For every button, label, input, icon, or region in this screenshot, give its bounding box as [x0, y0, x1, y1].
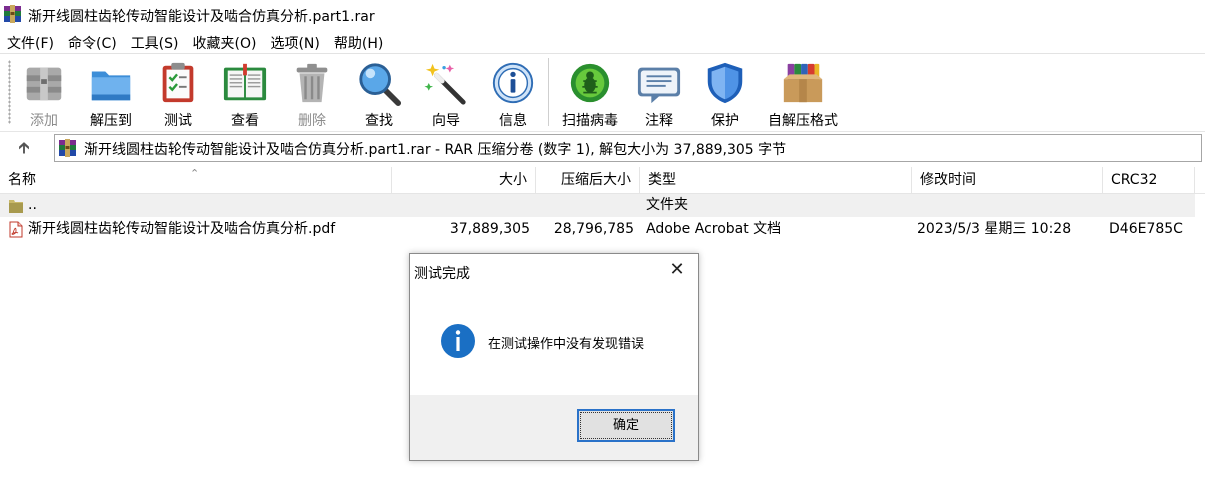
column-header-type[interactable]: 类型: [640, 167, 912, 194]
address-path: 渐开线圆柱齿轮传动智能设计及啮合仿真分析.part1.rar - RAR 压缩分…: [84, 142, 787, 158]
row-packed: 28,796,785: [553, 221, 634, 237]
close-icon[interactable]: ✕: [664, 259, 690, 281]
information-icon: [441, 324, 475, 358]
virus-scan-button[interactable]: 扫描病毒: [558, 56, 622, 130]
row-crc: D46E785C: [1109, 221, 1183, 237]
shield-icon: [707, 62, 743, 104]
comment-button[interactable]: 注释: [635, 56, 683, 130]
extract-label: 解压到: [90, 113, 132, 129]
row-name: ..: [28, 197, 37, 213]
address-row: 🡱 渐开线圆柱齿轮传动智能设计及啮合仿真分析.part1.rar - RAR 压…: [0, 131, 1205, 164]
row-type: Adobe Acrobat 文档: [646, 221, 782, 237]
virus-scan-icon: [570, 63, 610, 103]
table-row[interactable]: 渐开线圆柱齿轮传动智能设计及啮合仿真分析.pdf 37,889,305 28,7…: [0, 218, 1195, 241]
info-button[interactable]: 信息: [489, 56, 537, 130]
sort-ascending-icon: ⌃: [190, 167, 200, 180]
dialog-message: 在测试操作中没有发现错误: [488, 337, 645, 352]
row-size: 37,889,305: [449, 221, 530, 237]
view-button[interactable]: 查看: [220, 56, 270, 130]
comment-icon: [637, 67, 681, 104]
row-modified: 2023/5/3 星期三 10:28: [917, 221, 1072, 237]
delete-label: 删除: [298, 113, 326, 129]
column-header-name[interactable]: ⌃ 名称: [0, 167, 392, 194]
find-label: 查找: [365, 113, 393, 129]
toolbar: 添加 解压到 测试 查看 删除 查找 向导 信息 扫描病毒 注释 保护 自解压格…: [0, 53, 1205, 131]
wizard-button[interactable]: 向导: [422, 56, 470, 130]
add-label: 添加: [30, 113, 58, 129]
table-row[interactable]: .. 文件夹: [0, 194, 1195, 217]
winrar-app-icon: [4, 5, 21, 23]
virus-scan-label: 扫描病毒: [562, 113, 618, 129]
info-label: 信息: [499, 113, 527, 129]
up-arrow-icon[interactable]: 🡱: [8, 137, 40, 159]
sfx-label: 自解压格式: [768, 113, 838, 129]
rar-archive-icon: [59, 139, 76, 157]
test-label: 测试: [164, 113, 192, 129]
dialog-content-area: 测试完成 ✕ 在测试操作中没有发现错误: [410, 254, 698, 395]
comment-label: 注释: [645, 113, 673, 129]
sfx-box-icon: [783, 63, 823, 103]
column-header-size[interactable]: 大小: [392, 167, 536, 194]
menu-bar: 文件(F) 命令(C) 工具(S) 收藏夹(O) 选项(N) 帮助(H): [0, 31, 1205, 53]
address-bar[interactable]: 渐开线圆柱齿轮传动智能设计及啮合仿真分析.part1.rar - RAR 压缩分…: [54, 134, 1202, 162]
menu-file[interactable]: 文件(F): [7, 31, 54, 53]
pdf-file-icon: [9, 221, 23, 238]
menu-commands[interactable]: 命令(C): [68, 31, 117, 53]
view-label: 查看: [231, 113, 259, 129]
column-header-crc[interactable]: CRC32: [1103, 167, 1195, 194]
find-button[interactable]: 查找: [355, 56, 403, 130]
magic-wand-icon: [424, 63, 466, 105]
protect-label: 保护: [711, 113, 739, 129]
add-button[interactable]: 添加: [20, 56, 68, 130]
toolbar-grip: [8, 60, 11, 124]
column-header-row: ⌃ 名称 大小 压缩后大小 类型 修改时间 CRC32: [0, 167, 1205, 194]
add-archive-icon: [26, 67, 62, 101]
menu-options[interactable]: 选项(N): [270, 31, 319, 53]
view-book-icon: [223, 63, 267, 101]
dialog-title: 测试完成: [414, 266, 470, 282]
menu-favorites[interactable]: 收藏夹(O): [193, 31, 257, 53]
row-type: 文件夹: [646, 197, 688, 213]
toolbar-separator: [548, 58, 549, 126]
test-complete-dialog: 测试完成 ✕ 在测试操作中没有发现错误 确定: [409, 253, 699, 461]
menu-help[interactable]: 帮助(H): [334, 31, 383, 53]
info-icon: [492, 62, 534, 104]
test-clipboard-icon: [162, 62, 194, 103]
test-button[interactable]: 测试: [154, 56, 202, 130]
window-title: 渐开线圆柱齿轮传动智能设计及啮合仿真分析.part1.rar: [28, 9, 375, 25]
protect-button[interactable]: 保护: [701, 56, 749, 130]
trash-icon: [296, 63, 328, 103]
folder-icon: [9, 200, 23, 213]
extract-folder-icon: [91, 71, 131, 101]
delete-button[interactable]: 删除: [288, 56, 336, 130]
ok-button[interactable]: 确定: [577, 409, 675, 442]
column-header-modified[interactable]: 修改时间: [912, 167, 1103, 194]
row-name: 渐开线圆柱齿轮传动智能设计及啮合仿真分析.pdf: [28, 221, 336, 237]
extract-button[interactable]: 解压到: [85, 56, 137, 130]
menu-tools[interactable]: 工具(S): [131, 31, 179, 53]
focus-rect: [580, 412, 672, 439]
title-bar: 渐开线圆柱齿轮传动智能设计及啮合仿真分析.part1.rar: [0, 0, 1205, 30]
column-header-packed[interactable]: 压缩后大小: [536, 167, 640, 194]
wizard-label: 向导: [432, 113, 460, 129]
sfx-button[interactable]: 自解压格式: [764, 56, 842, 130]
magnifier-icon: [359, 63, 402, 106]
